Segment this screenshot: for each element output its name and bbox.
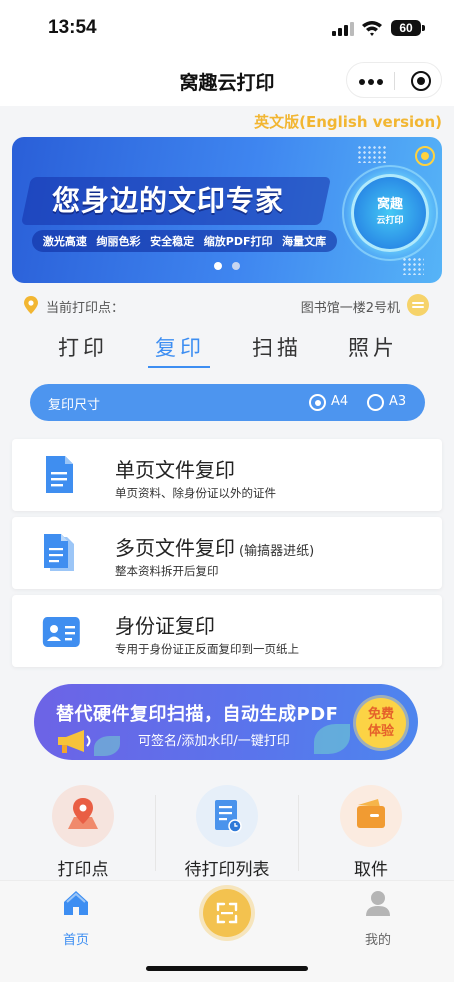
id-card-copy-card[interactable]: 身份证复印 专用于身份证正反面复印到一页纸上	[12, 595, 442, 667]
card-desc: 整本资料拆开后复印	[115, 564, 219, 578]
battery-icon: 60	[391, 20, 421, 36]
id-card-icon	[42, 617, 80, 647]
quick-entry-label: 取件	[354, 860, 388, 880]
carousel-dot[interactable]	[214, 262, 222, 270]
banner-feature: 激光高速	[42, 235, 87, 248]
single-page-copy-card[interactable]: 单页文件复印 单页资料、除身份证以外的证件	[12, 439, 442, 511]
tabbar-home-label: 首页	[62, 933, 89, 948]
location-pin-icon	[24, 296, 38, 314]
english-version-link[interactable]: 英文版(English version)	[254, 111, 442, 132]
map-location-icon	[52, 785, 114, 847]
home-icon	[64, 891, 88, 915]
decorative-leaf	[314, 724, 350, 754]
radio-a3[interactable]	[367, 394, 384, 411]
home-indicator	[146, 966, 308, 971]
banner-headline: 您身边的文印专家	[52, 184, 285, 217]
card-title: 身份证复印	[115, 614, 215, 638]
tab-print[interactable]: 打印	[33, 332, 133, 362]
quick-entry-label: 打印点	[57, 860, 109, 880]
active-tab-underline	[148, 366, 210, 368]
multi-page-doc-icon	[44, 534, 74, 571]
location-value: 图书馆一楼2号机	[300, 301, 400, 316]
megaphone-icon	[58, 730, 91, 753]
tab-copy[interactable]: 复印	[130, 332, 230, 362]
card-title-note: (输搞器进纸)	[239, 544, 315, 559]
capsule-divider	[394, 72, 395, 90]
mini-program-capsule	[346, 62, 442, 98]
promo-subtitle: 可签名/添加水印/一键打印	[138, 734, 290, 749]
nav-bar: 窝趣云打印	[0, 56, 454, 106]
multi-page-copy-card[interactable]: 多页文件复印 (输搞器进纸) 整本资料拆开后复印	[12, 517, 442, 589]
brand-logo-icon	[415, 146, 435, 166]
quick-entry-pickup[interactable]: 取件	[320, 785, 420, 881]
mini-program-close-icon[interactable]	[411, 71, 431, 91]
banner-feature: 绚丽色彩	[96, 235, 141, 248]
copy-size-selector: 复印尺寸 A4 A3	[30, 384, 425, 421]
wifi-icon	[362, 21, 382, 36]
promo-title: 替代硬件复印扫描，自动生成PDF	[56, 704, 339, 725]
banner-feature: 海量文库	[282, 235, 327, 248]
free-trial-badge[interactable]: 免费 体验	[356, 698, 406, 748]
decorative-dots	[357, 145, 387, 163]
banner-features: 激光高速 绚丽色彩 安全稳定 缩放PDF打印 海量文库	[32, 230, 337, 252]
location-row[interactable]: 当前打印点： 图书馆一楼2号机	[0, 292, 454, 320]
single-page-doc-icon	[46, 456, 73, 493]
carousel-dot[interactable]	[232, 262, 240, 270]
badge-line: 体验	[367, 724, 394, 739]
divider	[298, 795, 299, 871]
card-desc: 单页资料、除身份证以外的证件	[115, 486, 276, 500]
banner-logo: 窝趣 云打印	[351, 197, 429, 229]
quick-entry-label: 待打印列表	[184, 860, 270, 880]
scan-icon	[216, 902, 238, 924]
scan-button[interactable]	[203, 889, 251, 937]
copy-size-label: 复印尺寸	[48, 398, 101, 413]
card-title: 单页文件复印	[115, 458, 235, 482]
tabbar-mine-label: 我的	[364, 933, 391, 948]
quick-entry-print-queue[interactable]: 待打印列表	[176, 785, 276, 881]
signal-icon	[332, 22, 354, 36]
tab-scan[interactable]: 扫描	[227, 332, 327, 362]
more-icon[interactable]	[359, 79, 383, 85]
switch-location-icon[interactable]	[407, 294, 429, 316]
card-desc: 专用于身份证正反面复印到一页纸上	[115, 642, 299, 656]
promo-banner[interactable]: 您身边的文印专家 激光高速 绚丽色彩 安全稳定 缩放PDF打印 海量文库 窝趣 …	[12, 137, 442, 283]
card-title-text: 多页文件复印	[115, 536, 235, 560]
badge-line: 免费	[367, 707, 394, 722]
radio-a3-label[interactable]: A3	[389, 394, 406, 409]
banner-feature: 安全稳定	[150, 235, 195, 248]
function-tabs: 打印 复印 扫描 照片	[0, 328, 454, 372]
banner-feature: 缩放PDF打印	[203, 235, 273, 248]
wallet-pickup-icon	[340, 785, 402, 847]
radio-a4-label[interactable]: A4	[331, 394, 348, 409]
tab-photo[interactable]: 照片	[323, 332, 423, 362]
quick-entry-print-point[interactable]: 打印点	[32, 785, 132, 881]
print-queue-icon	[196, 785, 258, 847]
battery-tip	[422, 25, 425, 31]
user-icon	[366, 891, 390, 916]
card-title: 多页文件复印 (输搞器进纸)	[115, 532, 314, 561]
radio-a4[interactable]	[309, 394, 326, 411]
status-bar: 13:54 60	[0, 0, 454, 56]
decorative-dots	[402, 257, 424, 275]
location-label: 当前打印点：	[46, 301, 125, 316]
banner-logo-title: 窝趣	[376, 197, 403, 212]
status-time: 13:54	[48, 17, 97, 38]
pdf-scan-promo-banner[interactable]: 替代硬件复印扫描，自动生成PDF 可签名/添加水印/一键打印 免费 体验	[34, 684, 418, 760]
banner-logo-sub: 云打印	[376, 216, 404, 226]
